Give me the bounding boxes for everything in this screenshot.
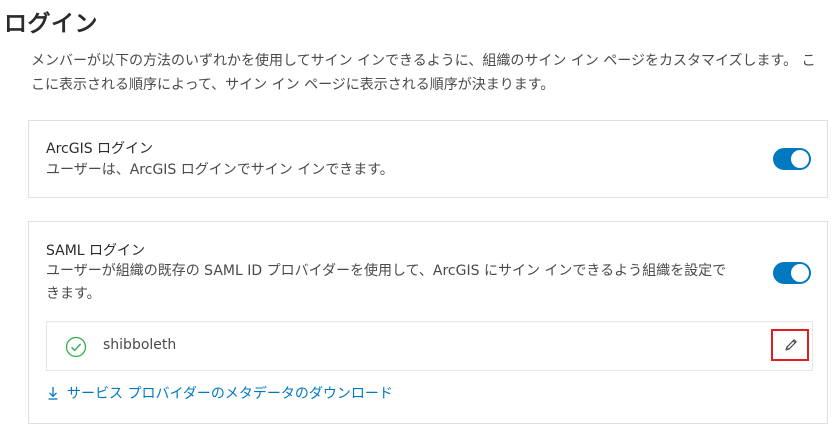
saml-login-toggle[interactable] bbox=[773, 262, 811, 284]
arcgis-login-toggle[interactable] bbox=[773, 148, 811, 170]
page-intro: メンバーが以下の方法のいずれかを使用してサイン インできるように、組織のサイン … bbox=[31, 53, 816, 93]
page-title: ログイン bbox=[4, 11, 98, 37]
provider-name: shibboleth bbox=[103, 337, 177, 353]
arcgis-login-title: ArcGIS ログイン bbox=[46, 141, 154, 157]
toggle-knob bbox=[791, 264, 809, 282]
toggle-knob bbox=[791, 150, 809, 168]
edit-provider-button[interactable] bbox=[771, 329, 809, 361]
saml-login-description: ユーザーが組織の既存の SAML ID プロバイダーを使用して、ArcGIS に… bbox=[46, 263, 727, 302]
pencil-icon bbox=[785, 339, 797, 351]
download-metadata-link[interactable]: サービス プロバイダーのメタデータのダウンロード bbox=[47, 383, 393, 404]
arcgis-login-card: ArcGIS ログイン ユーザーは、ArcGIS ログインでサイン インできます… bbox=[28, 120, 828, 198]
download-metadata-label: サービス プロバイダーのメタデータのダウンロード bbox=[67, 386, 393, 402]
identity-provider-row: shibboleth bbox=[46, 321, 813, 371]
saml-login-title: SAML ログイン bbox=[46, 243, 146, 259]
check-circle-icon bbox=[65, 336, 87, 358]
arcgis-login-description: ユーザーは、ArcGIS ログインでサイン インできます。 bbox=[46, 162, 394, 178]
download-icon bbox=[47, 386, 59, 404]
saml-login-card: SAML ログイン ユーザーが組織の既存の SAML ID プロバイダーを使用し… bbox=[28, 221, 828, 424]
